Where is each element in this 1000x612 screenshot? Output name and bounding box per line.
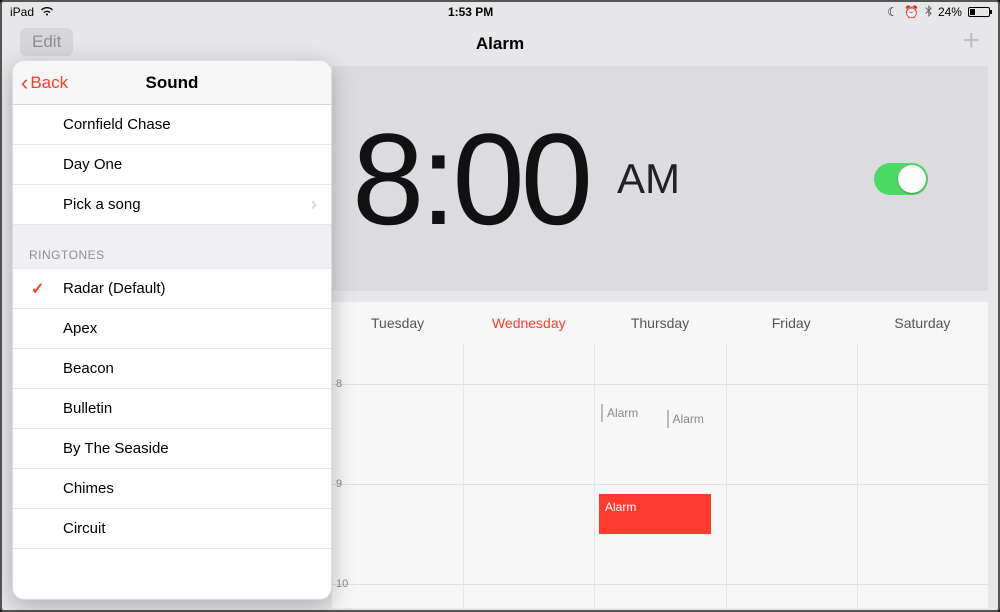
grid-vline	[726, 344, 727, 608]
day-wednesday[interactable]: Wednesday	[463, 315, 594, 331]
ringtone-label: By The Seaside	[63, 440, 169, 457]
song-label: Day One	[63, 156, 122, 173]
bluetooth-icon	[925, 5, 932, 20]
alarm-toggle[interactable]	[874, 163, 928, 195]
ringtone-label: Circuit	[63, 520, 106, 537]
ringtone-label: Chimes	[63, 480, 114, 497]
hour-line	[332, 484, 988, 485]
alarm-hour: 8	[352, 104, 420, 254]
alarm-tile[interactable]: 8 : 00 AM	[332, 66, 988, 291]
ringtone-option[interactable]: By The Seaside	[13, 429, 331, 469]
alarm-minutes: 00	[452, 104, 589, 254]
grid-vline	[857, 344, 858, 608]
ringtone-label: Radar (Default)	[63, 280, 166, 297]
ringtone-option[interactable]: Apex	[13, 309, 331, 349]
schedule-event[interactable]: Alarm	[667, 410, 704, 428]
day-header: Tuesday Wednesday Thursday Friday Saturd…	[332, 302, 988, 344]
ringtone-option[interactable]: Circuit	[13, 509, 331, 549]
wifi-icon	[40, 5, 54, 19]
app-screen: iPad 1:53 PM ☾ ⏰ 24% Edit Alarm + 8 : 00…	[0, 0, 1000, 612]
ringtones-section-header: RINGTONES	[13, 225, 331, 269]
toggle-knob	[898, 165, 926, 193]
song-option[interactable]: Cornfield Chase	[13, 105, 331, 145]
sound-list[interactable]: Cornfield Chase Day One Pick a song › RI…	[13, 105, 331, 599]
checkmark-icon: ✓	[31, 279, 44, 299]
hour-label-10: 10	[332, 578, 348, 590]
back-button[interactable]: ‹ Back	[21, 73, 68, 93]
device-label: iPad	[10, 5, 34, 19]
status-bar: iPad 1:53 PM ☾ ⏰ 24%	[2, 2, 998, 22]
song-label: Cornfield Chase	[63, 116, 171, 133]
day-friday[interactable]: Friday	[726, 315, 857, 331]
back-label: Back	[30, 73, 68, 93]
day-tuesday[interactable]: Tuesday	[332, 315, 463, 331]
song-option[interactable]: Day One	[13, 145, 331, 185]
status-time: 1:53 PM	[448, 5, 493, 19]
ringtone-label: Beacon	[63, 360, 114, 377]
ringtone-option[interactable]: Bulletin	[13, 389, 331, 429]
schedule-panel: Tuesday Wednesday Thursday Friday Saturd…	[332, 302, 988, 608]
schedule-event[interactable]: Alarm	[601, 404, 638, 422]
hour-label-9: 9	[332, 478, 342, 490]
ringtone-option[interactable]: Beacon	[13, 349, 331, 389]
sound-picker-popover: ‹ Back Sound Cornfield Chase Day One Pic…	[12, 60, 332, 600]
grid-vline	[594, 344, 595, 608]
popover-nav: ‹ Back Sound	[13, 61, 331, 105]
alarm-status-icon: ⏰	[904, 5, 919, 19]
popover-title: Sound	[146, 73, 199, 93]
schedule-grid: 8 9 10 Alarm Alarm Alarm	[332, 344, 988, 608]
ringtone-option[interactable]: ✓ Radar (Default)	[13, 269, 331, 309]
add-alarm-button[interactable]: +	[962, 26, 980, 56]
day-thursday[interactable]: Thursday	[594, 315, 725, 331]
day-saturday[interactable]: Saturday	[857, 315, 988, 331]
hour-line	[332, 584, 988, 585]
pick-song-option[interactable]: Pick a song ›	[13, 185, 331, 225]
ringtone-option[interactable]: Chimes	[13, 469, 331, 509]
ringtone-label: Bulletin	[63, 400, 112, 417]
hour-label-8: 8	[332, 378, 342, 390]
chevron-right-icon: ›	[311, 194, 317, 215]
alarm-ampm: AM	[617, 155, 680, 203]
battery-pct: 24%	[938, 5, 962, 19]
hour-line	[332, 384, 988, 385]
schedule-event-current[interactable]: Alarm	[599, 494, 711, 534]
page-title: Alarm	[476, 34, 524, 54]
alarm-time: 8 : 00	[352, 104, 589, 254]
song-label: Pick a song	[63, 196, 141, 213]
dnd-icon: ☾	[887, 5, 898, 19]
ringtone-label: Apex	[63, 320, 97, 337]
edit-button[interactable]: Edit	[20, 28, 73, 56]
battery-icon	[968, 7, 990, 17]
grid-vline	[463, 344, 464, 608]
alarm-colon: :	[420, 104, 452, 254]
